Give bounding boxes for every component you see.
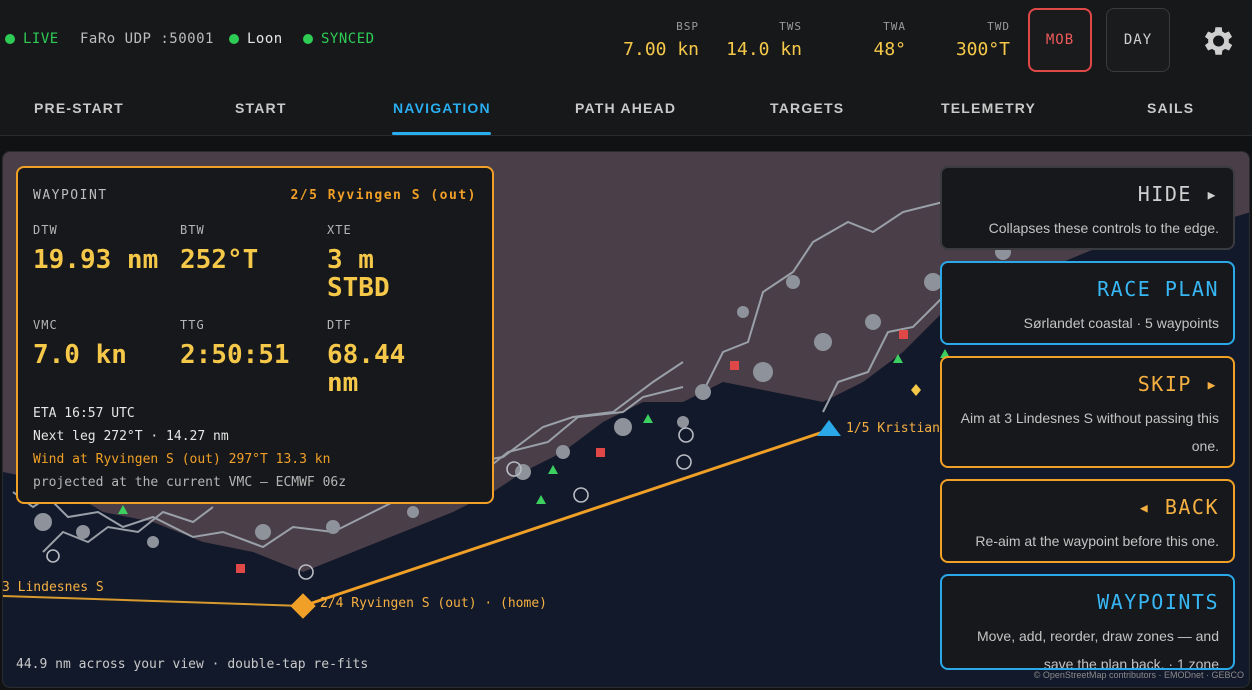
skip-title: SKIP ▸ [1137,372,1219,396]
xte-label: XTE [327,223,352,237]
waypoint-name: 2/5 Ryvingen S (out) [290,188,477,203]
live-label: LIVE [23,31,59,47]
metric-label: TWD [987,20,1010,33]
btw-value: 252°T [180,245,259,275]
waypoints-description: Move, add, reorder, draw zones — and sav… [976,628,1219,670]
back-description: Re-aim at the waypoint before this one. [975,533,1219,549]
tab-targets[interactable]: TARGETS [770,100,844,116]
waypoints-editor-button[interactable]: WAYPOINTS Move, add, reorder, draw zones… [940,574,1235,670]
data-source: FaRo UDP :50001 [80,31,214,47]
ttg-label: TTG [180,318,205,332]
live-status: LIVE [5,31,59,47]
tab-navigation[interactable]: NAVIGATION [393,100,491,116]
tab-start[interactable]: START [235,100,287,116]
skip-waypoint-button[interactable]: SKIP ▸ Aim at 3 Lindesnes S without pass… [940,356,1235,468]
race-plan-title: RACE PLAN [1097,277,1219,301]
metric-twd: TWD 300°T [956,20,1010,60]
waypoints-title: WAYPOINTS [1097,590,1219,614]
map-attribution[interactable]: © OpenStreetMap contributors · EMODnet ·… [1034,670,1244,680]
skip-description: Aim at 3 Lindesnes S without passing thi… [960,410,1219,454]
metric-label: TWS [779,20,802,33]
tab-path-ahead[interactable]: PATH AHEAD [575,100,676,116]
metric-value: 14.0 kn [726,39,802,60]
metric-value: 300°T [955,39,1010,60]
waypoint-panel: WAYPOINT 2/5 Ryvingen S (out) DTW 19.93 … [16,166,494,504]
dtf-value: 68.44 nm [327,340,406,398]
vmc-label: VMC [33,318,58,332]
back-waypoint-button[interactable]: ◂ BACK Re-aim at the waypoint before thi… [940,479,1235,563]
boat-dot-icon [229,34,239,44]
waypoint-2-marker [290,593,316,619]
race-plan-description: Sørlandet coastal · 5 waypoints [1023,315,1219,331]
metric-value: 48° [873,39,906,60]
map-label-waypoint-2: 2/4 Ryvingen S (out) · (home) [320,596,547,611]
wind-forecast-line: Wind at Ryvingen S (out) 297°T 13.3 kn [33,452,331,467]
sync-label: SYNCED [321,31,375,47]
sync-status: SYNCED [303,31,375,47]
metric-twa: TWA 48° [873,20,906,60]
hide-title: HIDE ▸ [1137,182,1219,206]
hide-controls-button[interactable]: HIDE ▸ Collapses these controls to the e… [940,166,1235,250]
xte-value: 3 m STBD [327,245,390,303]
metric-tws: TWS 14.0 kn [726,20,802,60]
race-plan-button[interactable]: RACE PLAN Sørlandet coastal · 5 waypoint… [940,261,1235,345]
hide-description: Collapses these controls to the edge. [988,220,1219,236]
route-leg-previous [3,595,304,607]
back-title: ◂ BACK [1137,495,1219,519]
metric-label: TWA [883,20,906,33]
dtw-value: 19.93 nm [33,245,159,275]
tab-bar: PRE-START START NAVIGATION PATH AHEAD TA… [0,82,1252,136]
eta-line: ETA 16:57 UTC [33,406,135,421]
tab-pre-start[interactable]: PRE-START [34,100,124,116]
top-status-bar: LIVE FaRo UDP :50001 Loon SYNCED BSP 7.0… [0,0,1252,82]
dtw-label: DTW [33,223,58,237]
btw-label: BTW [180,223,205,237]
waypoint-title: WAYPOINT [33,188,108,203]
map-label-waypoint-1: 1/5 Kristian [846,421,940,436]
map-label-waypoint-3: 3 Lindesnes S [2,580,104,595]
metric-bsp: BSP 7.00 kn [623,20,699,60]
live-dot-icon [5,34,15,44]
mob-button[interactable]: MOB [1028,8,1092,72]
projection-note: projected at the current VMC — ECMWF 06z [33,475,347,490]
boat-name: Loon [247,31,283,47]
boat-position-icon [817,420,841,436]
metric-label: BSP [676,20,699,33]
tab-sails[interactable]: SAILS [1147,100,1194,116]
active-tab-indicator [392,132,491,135]
settings-gear-icon[interactable] [1198,22,1236,60]
tab-telemetry[interactable]: TELEMETRY [941,100,1036,116]
boat-status: Loon [229,31,283,47]
vmc-value: 7.0 kn [33,340,127,370]
sync-dot-icon [303,34,313,44]
next-leg-line: Next leg 272°T · 14.27 nm [33,429,229,444]
ttg-value: 2:50:51 [180,340,290,370]
day-mode-button[interactable]: DAY [1106,8,1170,72]
map-scale-info: 44.9 nm across your view · double-tap re… [16,657,369,672]
metric-value: 7.00 kn [623,39,699,60]
dtf-label: DTF [327,318,352,332]
